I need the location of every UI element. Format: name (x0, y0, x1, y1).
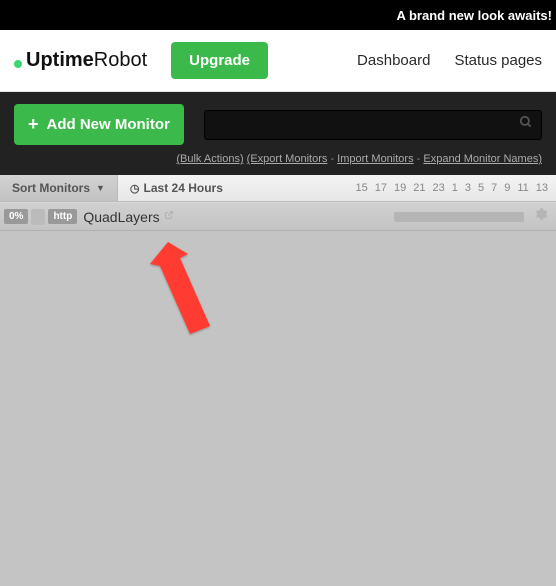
caret-down-icon: ▼ (96, 183, 105, 193)
nav-links: Dashboard Status pages (357, 52, 542, 69)
hour-tick: 1 (452, 182, 458, 194)
filter-bar: Sort Monitors ▼ ◷ Last 24 Hours 15 17 19… (0, 175, 556, 202)
external-link-icon[interactable] (164, 210, 174, 223)
hour-scale: 15 17 19 21 23 1 3 5 7 9 11 13 (355, 182, 556, 194)
sort-label: Sort Monitors (12, 181, 90, 195)
hour-tick: 11 (517, 182, 528, 194)
time-range-label: ◷ Last 24 Hours (118, 181, 235, 195)
import-monitors-link[interactable]: Import Monitors (337, 153, 413, 165)
hour-tick: 15 (355, 182, 367, 194)
monitor-row[interactable]: 0% http QuadLayers (0, 203, 556, 231)
add-monitor-button[interactable]: + Add New Monitor (14, 104, 184, 145)
clock-icon: ◷ (130, 182, 140, 195)
add-monitor-label: Add New Monitor (47, 116, 170, 133)
upgrade-button[interactable]: Upgrade (171, 42, 268, 79)
toolbar-links: (Bulk Actions) (Export Monitors - Import… (14, 153, 542, 165)
hour-tick: 13 (536, 182, 548, 194)
nav-status-pages[interactable]: Status pages (454, 52, 542, 69)
nav-dashboard[interactable]: Dashboard (357, 52, 430, 69)
hour-tick: 9 (504, 182, 510, 194)
hour-tick: 19 (394, 182, 406, 194)
logo-part1: Uptime (26, 49, 94, 72)
hour-tick: 23 (432, 182, 444, 194)
sort-monitors-dropdown[interactable]: Sort Monitors ▼ (0, 175, 118, 201)
promo-banner: A brand new look awaits! (0, 0, 556, 30)
gear-icon[interactable] (534, 207, 548, 226)
uptime-badge: 0% (4, 209, 28, 224)
search-icon (519, 115, 533, 134)
hour-tick: 21 (413, 182, 425, 194)
expand-names-link[interactable]: Expand Monitor Names) (423, 153, 542, 165)
promo-text: A brand new look awaits! (396, 8, 552, 23)
hour-tick: 5 (478, 182, 484, 194)
monitor-list: 0% http QuadLayers (0, 202, 556, 586)
status-timeline (394, 212, 524, 222)
hour-tick: 3 (465, 182, 471, 194)
status-color-badge (31, 209, 45, 225)
top-nav: UptimeRobot Upgrade Dashboard Status pag… (0, 30, 556, 92)
monitor-type-badge: http (48, 209, 77, 224)
logo-dot-icon (14, 60, 22, 68)
monitor-name: QuadLayers (83, 209, 159, 225)
hour-tick: 7 (491, 182, 497, 194)
logo[interactable]: UptimeRobot (14, 49, 147, 72)
hour-tick: 17 (375, 182, 387, 194)
time-label-text: Last 24 Hours (144, 181, 223, 195)
search-input[interactable] (204, 110, 542, 140)
export-monitors-link[interactable]: (Export Monitors (247, 153, 328, 165)
toolbar-row: + Add New Monitor (14, 104, 542, 145)
toolbar: + Add New Monitor (Bulk Actions) (Export… (0, 92, 556, 175)
plus-icon: + (28, 114, 39, 135)
logo-part2: Robot (94, 49, 147, 72)
bulk-actions-link[interactable]: (Bulk Actions) (176, 153, 243, 165)
